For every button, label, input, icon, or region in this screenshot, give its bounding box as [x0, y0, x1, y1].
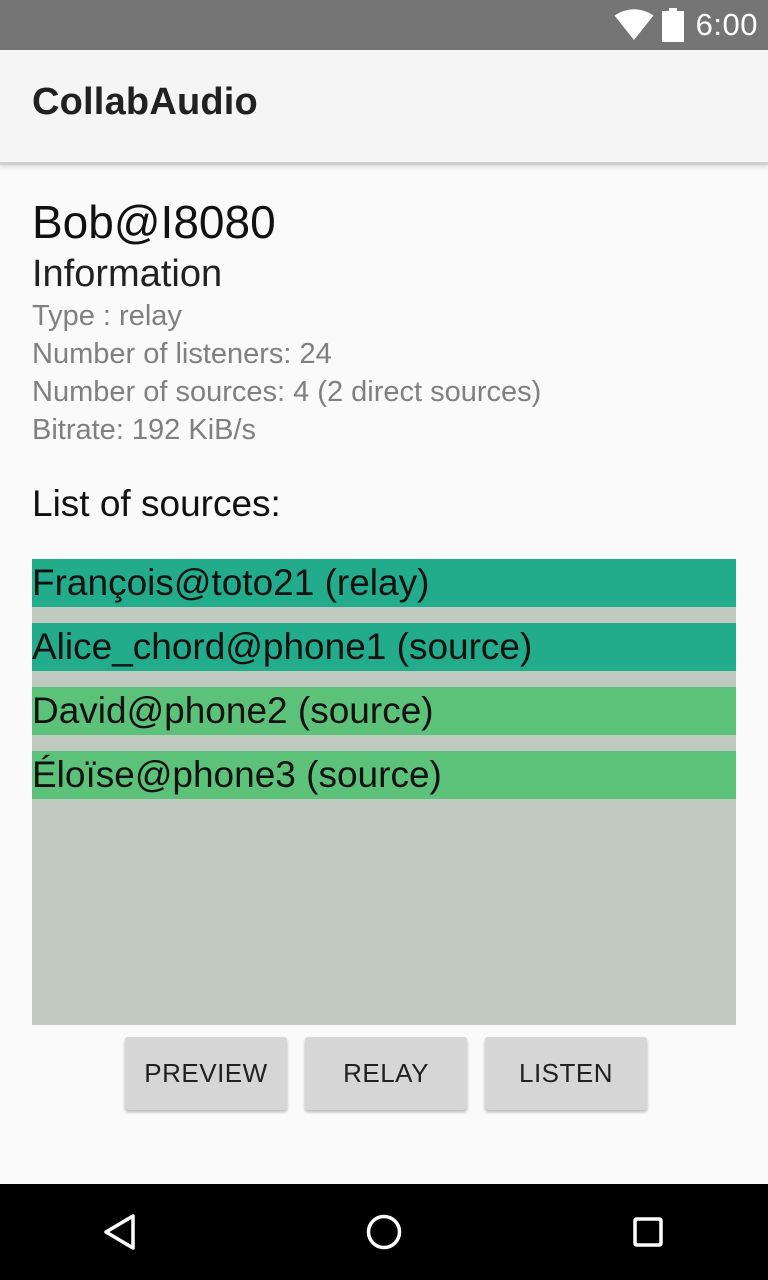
listen-button[interactable]: LISTEN	[485, 1037, 647, 1110]
relay-button[interactable]: RELAY	[305, 1037, 467, 1110]
screen: 6:00 CollabAudio Bob@I8080 Information T…	[0, 0, 768, 1280]
back-icon	[104, 1214, 135, 1250]
source-item-francois[interactable]: François@toto21 (relay)	[32, 559, 736, 607]
source-item-alice[interactable]: Alice_chord@phone1 (source)	[32, 623, 736, 671]
app-bar: CollabAudio	[0, 50, 768, 165]
bitrate: Bitrate: 192 KiB/s	[32, 414, 257, 446]
node-type: Type : relay	[32, 300, 182, 332]
status-icons: 6:00	[614, 0, 758, 50]
navigation-bar	[0, 1184, 768, 1280]
app-title: CollabAudio	[32, 81, 258, 123]
source-item-eloise[interactable]: Éloïse@phone3 (source)	[32, 751, 736, 799]
status-time: 6:00	[695, 7, 758, 42]
sources-list[interactable]: François@toto21 (relay) Alice_chord@phon…	[32, 559, 736, 1025]
status-bar: 6:00	[0, 0, 768, 50]
preview-button[interactable]: PREVIEW	[125, 1037, 287, 1110]
information-heading: Information	[32, 253, 223, 295]
action-buttons: PREVIEW RELAY LISTEN	[0, 1037, 768, 1111]
home-icon	[366, 1214, 402, 1250]
home-button[interactable]	[336, 1184, 432, 1280]
battery-icon	[661, 8, 684, 42]
listener-count: Number of listeners: 24	[32, 338, 332, 370]
recents-button[interactable]	[600, 1184, 696, 1280]
recents-icon	[633, 1217, 663, 1247]
source-count: Number of sources: 4 (2 direct sources)	[32, 376, 542, 408]
back-button[interactable]	[72, 1184, 168, 1280]
node-name: Bob@I8080	[32, 196, 276, 248]
source-item-david[interactable]: David@phone2 (source)	[32, 687, 736, 735]
wifi-icon	[614, 9, 654, 40]
sources-list-heading: List of sources:	[32, 483, 281, 524]
